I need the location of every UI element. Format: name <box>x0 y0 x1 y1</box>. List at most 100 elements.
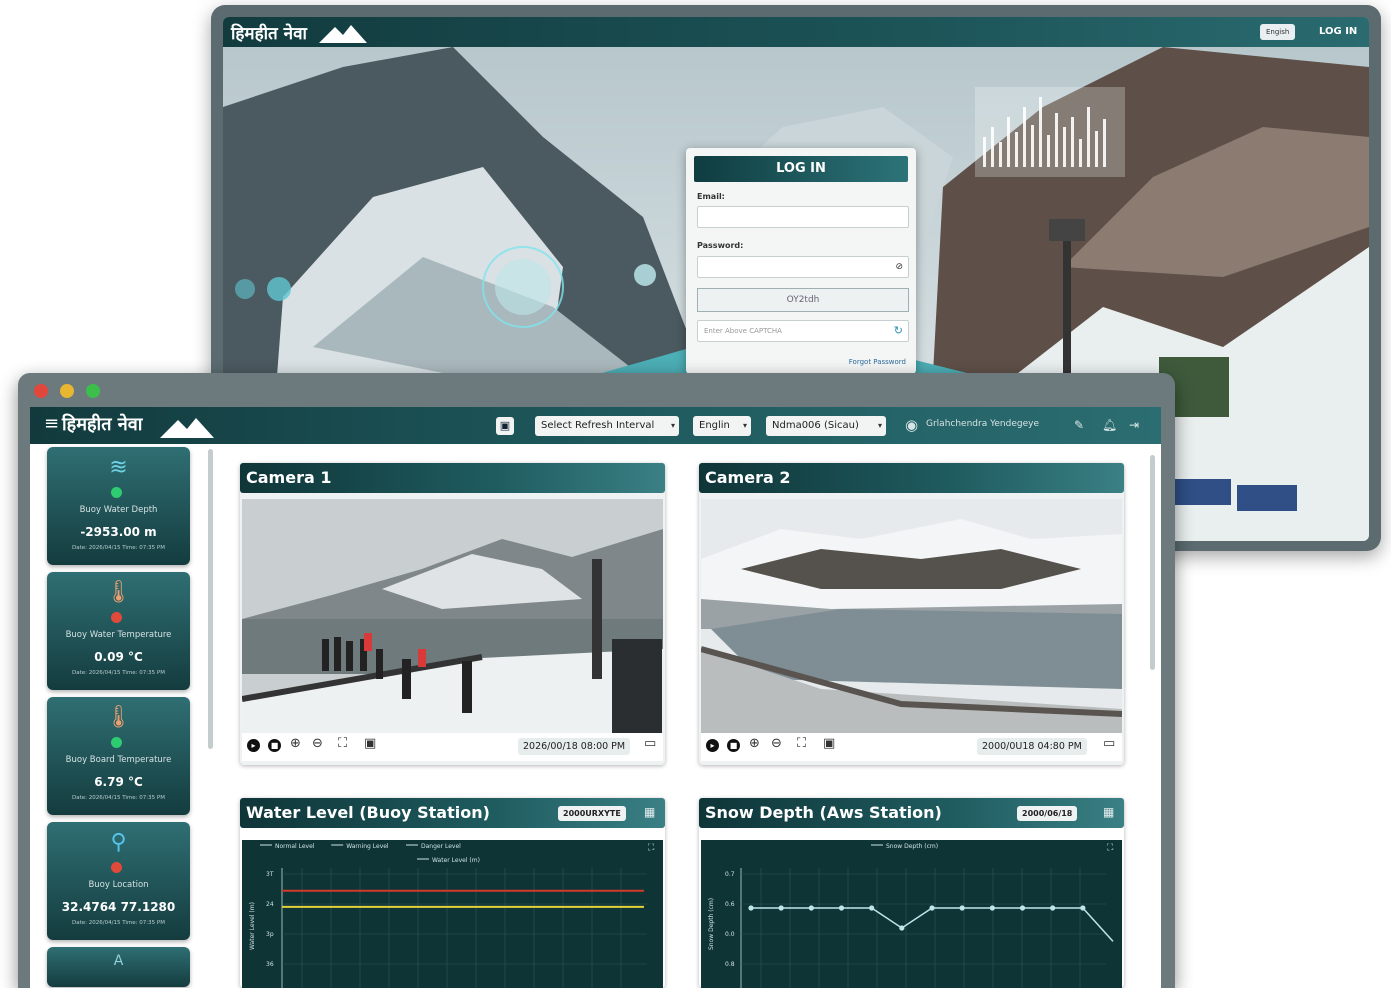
expand-icon[interactable]: ▭ <box>644 736 656 751</box>
password-label: Password: <box>697 241 744 250</box>
y-tick-label: 36 <box>266 961 274 968</box>
legend-label: Danger Level <box>421 843 461 850</box>
camera-1-timestamp: 2026/00/18 08:00 PM <box>518 738 631 755</box>
data-point <box>808 905 814 911</box>
metric-timestamp: Date: 2026/04/15 Time: 07:35 PM <box>72 920 165 926</box>
menu-hamburger-icon[interactable]: ≡ <box>44 413 59 434</box>
login-topbar: हिमहीत नेवा Engish LOG IN <box>223 17 1369 47</box>
metric-timestamp: Date: 2026/04/15 Time: 07:35 PM <box>72 795 165 801</box>
user-avatar-icon[interactable]: ◉ <box>905 416 918 434</box>
forgot-password-link[interactable]: Forgot Password <box>849 358 906 366</box>
window-close-button[interactable] <box>34 384 48 398</box>
camera-2-controls: ▸ ■ ⊕ ⊖ ⛶ ▣ 2000/0U18 04:80 PM ▭ <box>701 733 1122 761</box>
fullscreen-icon[interactable]: ⛶ <box>338 736 347 751</box>
expand-icon[interactable]: ▭ <box>1103 736 1115 751</box>
water-level-date-badge[interactable]: 2000URXYTE <box>558 806 626 821</box>
data-point <box>1050 905 1056 911</box>
data-point <box>778 905 784 911</box>
y-tick-label: 24 <box>266 901 274 908</box>
camera-1-title: Camera 1 <box>240 463 665 493</box>
play-icon[interactable]: ▸ <box>247 739 260 752</box>
email-label: Email: <box>697 192 725 201</box>
refresh-interval-value: Select Refresh Interval <box>541 420 655 431</box>
calendar-icon[interactable]: ▦ <box>644 805 655 819</box>
metric-value: -2953.00 m <box>80 525 157 539</box>
play-icon[interactable]: ▸ <box>706 739 719 752</box>
edit-pencil-icon[interactable]: ✎ <box>1074 418 1084 432</box>
eye-slash-icon[interactable]: ⊘ <box>895 257 903 277</box>
partial-card-label: A <box>113 953 124 969</box>
zoom-in-icon[interactable]: ⊕ <box>290 736 301 751</box>
captcha-image: OY2tdh <box>697 288 909 312</box>
camera-2-timestamp: 2000/0U18 04:80 PM <box>977 738 1087 755</box>
camera-2-panel: Camera 2 ▸ ■ ⊕ ⊖ ⛶ ▣ 2000/0U18 04:80 PM … <box>699 463 1124 765</box>
main-scrollbar[interactable] <box>1150 455 1155 670</box>
app-logo-text: हिमहीत नेवा <box>231 24 307 44</box>
login-link[interactable]: LOG IN <box>1319 26 1357 37</box>
metric-card[interactable]: 🌡︎ Buoy Board Temperature 6.79 °C Date: … <box>47 697 190 815</box>
camera-1-image <box>242 499 663 733</box>
metric-card[interactable]: ≋ Buoy Water Depth -2953.00 m Date: 2026… <box>47 447 190 565</box>
logout-icon[interactable]: ⇥ <box>1129 418 1139 432</box>
language-select[interactable]: Englin ▾ <box>693 416 751 436</box>
metric-timestamp: Date: 2026/04/15 Time: 07:35 PM <box>72 670 165 676</box>
status-dot <box>111 612 122 623</box>
camera-2-feed[interactable] <box>701 499 1122 733</box>
refresh-captcha-icon[interactable]: ↻ <box>894 321 903 341</box>
snapshot-icon[interactable]: ▣ <box>823 736 835 751</box>
stop-icon[interactable]: ■ <box>727 739 740 752</box>
metric-timestamp: Date: 2026/04/15 Time: 07:35 PM <box>72 545 165 551</box>
captcha-input[interactable]: Enter Above CAPTCHA ↻ <box>697 320 909 342</box>
data-point <box>989 905 995 911</box>
water-level-chart-svg: Normal Level Warning Level Danger Level Wat… <box>249 842 655 988</box>
window-maximize-button[interactable] <box>86 384 100 398</box>
captcha-input-placeholder: Enter Above CAPTCHA <box>704 327 782 335</box>
snapshot-icon[interactable]: ▣ <box>364 736 376 751</box>
metric-card[interactable]: A <box>47 947 190 987</box>
legend-label: Water Level (m) <box>432 857 480 864</box>
thermometer-icon: 🌡︎ <box>104 705 133 730</box>
data-point <box>959 905 965 911</box>
status-dot <box>111 737 122 748</box>
email-field[interactable] <box>697 206 909 228</box>
calendar-icon[interactable]: ▦ <box>1103 805 1114 819</box>
dashboard-window: ≡ हिमहीत नेवा ▣ Select Refresh Interval ▾… <box>18 373 1175 988</box>
dashboard-topbar: ≡ हिमहीत नेवा ▣ Select Refresh Interval ▾… <box>30 407 1161 444</box>
login-form-title: LOG IN <box>694 156 908 182</box>
password-field[interactable]: ⊘ <box>697 256 909 278</box>
camera-1-panel: Camera 1 ▸ ■ ⊕ ⊖ ⛶ ▣ 2026/00/18 08:00 PM… <box>240 463 665 765</box>
data-point <box>869 905 875 911</box>
zoom-in-icon[interactable]: ⊕ <box>749 736 760 751</box>
camera-2-title: Camera 2 <box>699 463 1124 493</box>
sidebar-scrollbar[interactable] <box>208 449 213 749</box>
metric-title: Buoy Water Temperature <box>65 630 172 640</box>
data-point <box>929 905 935 911</box>
refresh-interval-select[interactable]: Select Refresh Interval ▾ <box>535 416 679 436</box>
data-point <box>1019 905 1026 911</box>
chart-expand-icon: ⛶ <box>1106 842 1114 853</box>
stop-icon[interactable]: ■ <box>268 739 281 752</box>
window-minimize-button[interactable] <box>60 384 74 398</box>
y-tick-label: 3T <box>266 871 274 878</box>
fullscreen-icon[interactable]: ⛶ <box>797 736 806 751</box>
station-select[interactable]: Ndma006 (Sicau) ▾ <box>766 416 886 436</box>
bell-icon[interactable]: 🔔︎ <box>1102 418 1117 432</box>
metric-card[interactable]: 🌡︎ Buoy Water Temperature 0.09 °C Date: … <box>47 572 190 690</box>
metric-title: Buoy Location <box>88 880 149 890</box>
save-icon[interactable]: ▣ <box>496 417 514 435</box>
chart-expand-icon: ⛶ <box>647 842 655 853</box>
metric-card[interactable]: ⚲ Buoy Location 32.4764 77.1280 Date: 20… <box>47 822 190 940</box>
data-point <box>899 925 905 931</box>
waves-icon: ≋ <box>109 455 128 480</box>
camera-1-feed[interactable] <box>242 499 663 733</box>
mountain-logo-icon <box>319 25 367 43</box>
y-tick-label: 0.6 <box>725 901 735 908</box>
y-tick-label: 0.8 <box>725 961 735 968</box>
data-point <box>1080 905 1086 911</box>
station-value: Ndma006 (Sicau) <box>772 420 859 431</box>
zoom-out-icon[interactable]: ⊖ <box>312 736 323 751</box>
zoom-out-icon[interactable]: ⊖ <box>771 736 782 751</box>
snow-depth-date-badge[interactable]: 2000/06/18 <box>1017 806 1078 821</box>
chevron-down-icon: ▾ <box>742 421 747 430</box>
language-select[interactable]: Engish <box>1260 24 1296 40</box>
